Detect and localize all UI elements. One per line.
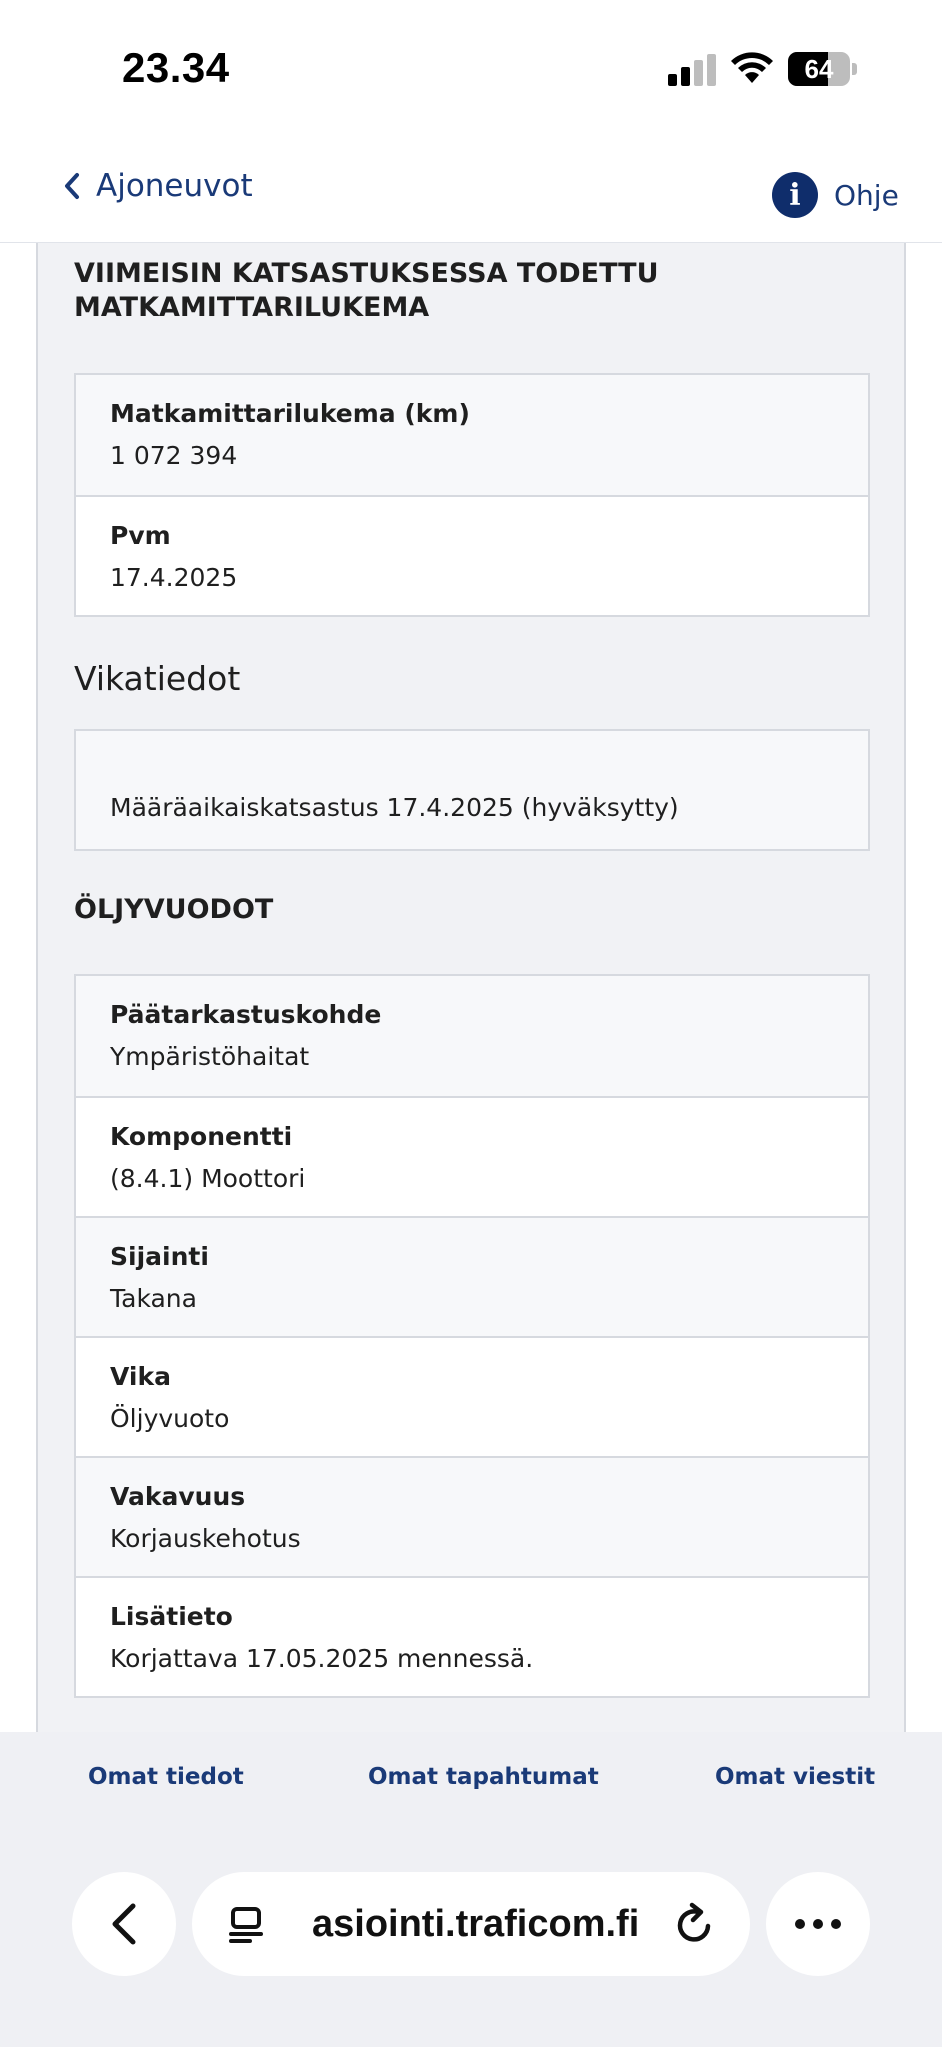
signal-bar [668,74,677,86]
odometer-title-line1: VIIMEISIN KATSASTUKSESSA TODETTU [74,258,659,289]
table-row: Komponentti (8.4.1) Moottori [76,1096,868,1216]
signal-bar [694,60,703,86]
inspection-summary-text: Määräaikaiskatsastus 17.4.2025 (hyväksyt… [110,793,679,822]
component-value: (8.4.1) Moottori [110,1164,306,1193]
back-button[interactable]: Ajoneuvot [62,168,253,204]
help-button-label: Ohje [834,178,899,212]
info-icon: i [772,172,818,218]
date-label: Pvm [110,521,171,550]
additional-info-label: Lisätieto [110,1602,233,1631]
address-bar[interactable]: asiointi.traficom.fi [192,1872,750,1976]
battery-icon: 64 [788,52,858,86]
nav-my-info[interactable]: Omat tiedot [88,1764,244,1790]
table-row: Sijainti Takana [76,1216,868,1336]
odometer-label: Matkamittarilukema (km) [110,399,470,428]
inspection-summary-box: Määräaikaiskatsastus 17.4.2025 (hyväksyt… [74,729,870,851]
reload-icon[interactable] [674,1902,716,1946]
severity-value: Korjauskehotus [110,1524,301,1553]
signal-bar [707,54,716,86]
table-row: Pvm 17.4.2025 [76,495,868,615]
additional-info-value: Korjattava 17.05.2025 mennessä. [110,1644,534,1673]
back-button-label: Ajoneuvot [96,168,253,204]
signal-bar [681,67,690,86]
content-area[interactable]: VIIMEISIN KATSASTUKSESSA TODETTU MATKAMI… [0,242,942,1733]
nav-my-events[interactable]: Omat tapahtumat [368,1764,599,1790]
table-row: Vika Öljyvuoto [76,1336,868,1456]
more-horizontal-icon [795,1919,841,1929]
help-button[interactable]: i Ohje [772,172,899,218]
oil-leaks-section-title: ÖLJYVUODOT [74,894,274,925]
bottom-navigation: Omat tiedot Omat tapahtumat Omat viestit [0,1732,942,1842]
chevron-left-icon [112,1903,136,1945]
cellular-signal-icon [668,54,718,86]
url-text[interactable]: asiointi.traficom.fi [312,1872,639,1976]
defect-value: Öljyvuoto [110,1404,230,1433]
page-menu-icon[interactable] [226,1906,266,1944]
wifi-icon [731,52,773,83]
oil-leaks-table: Päätarkastuskohde Ympäristöhaitat Kompon… [74,974,870,1698]
table-row: Vakavuus Korjauskehotus [76,1456,868,1576]
nav-my-messages[interactable]: Omat viestit [715,1764,875,1790]
odometer-value: 1 072 394 [110,441,238,470]
component-label: Komponentti [110,1122,293,1151]
table-row: Matkamittarilukema (km) 1 072 394 [76,375,868,495]
date-value: 17.4.2025 [110,563,238,592]
browser-back-button[interactable] [72,1872,176,1976]
table-row: Lisätieto Korjattava 17.05.2025 mennessä… [76,1576,868,1696]
status-time: 23.34 [122,44,230,91]
main-inspection-item-label: Päätarkastuskohde [110,1000,382,1029]
browser-more-button[interactable] [766,1872,870,1976]
browser-toolbar: asiointi.traficom.fi [0,1842,942,2047]
location-label: Sijainti [110,1242,209,1271]
defects-heading: Vikatiedot [74,659,241,698]
status-bar: 23.34 64 [0,0,942,140]
app-header: Ajoneuvot i Ohje [0,140,942,242]
odometer-section-title: VIIMEISIN KATSASTUKSESSA TODETTU MATKAMI… [74,257,659,325]
severity-label: Vakavuus [110,1482,246,1511]
main-inspection-item-value: Ympäristöhaitat [110,1042,310,1071]
chevron-left-icon [65,173,79,199]
table-row: Päätarkastuskohde Ympäristöhaitat [76,976,868,1096]
vehicle-details-panel: VIIMEISIN KATSASTUKSESSA TODETTU MATKAMI… [36,243,906,1733]
odometer-table: Matkamittarilukema (km) 1 072 394 Pvm 17… [74,373,870,617]
location-value: Takana [110,1284,197,1313]
battery-level: 64 [804,54,834,84]
odometer-title-line2: MATKAMITTARILUKEMA [74,292,430,323]
defect-label: Vika [110,1362,171,1391]
